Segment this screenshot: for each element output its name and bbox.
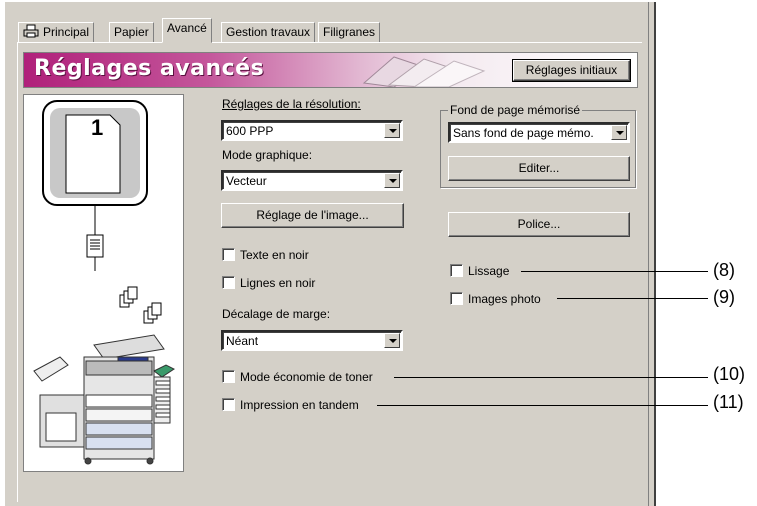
tab-principal-label: Principal bbox=[43, 25, 90, 39]
graphics-mode-value: Vecteur bbox=[226, 174, 267, 188]
photo-label: Images photo bbox=[468, 292, 541, 306]
overlay-value: Sans fond de page mémo. bbox=[453, 126, 594, 140]
font-button[interactable]: Police... bbox=[448, 212, 630, 237]
tab-gestion-travaux[interactable]: Gestion travaux bbox=[221, 22, 316, 42]
preview-page-number: 1 bbox=[91, 115, 104, 140]
chevron-down-icon[interactable] bbox=[384, 173, 400, 188]
callout-number-11: (11) bbox=[713, 392, 744, 412]
resolution-value: 600 PPP bbox=[226, 124, 274, 138]
paper-decoration-icon bbox=[362, 56, 486, 87]
callout-number-10: (10) bbox=[713, 364, 746, 384]
reset-defaults-button[interactable]: Réglages initiaux bbox=[512, 59, 631, 82]
checkbox-box[interactable] bbox=[450, 292, 463, 305]
banner-title: Réglages avancés bbox=[34, 56, 265, 81]
image-adjust-button[interactable]: Réglage de l'image... bbox=[221, 203, 404, 228]
chevron-down-icon[interactable] bbox=[611, 125, 627, 140]
window-edge bbox=[642, 2, 656, 506]
checkbox-box[interactable] bbox=[222, 248, 235, 261]
graphics-mode-label: Mode graphique: bbox=[222, 148, 313, 162]
photo-checkbox[interactable]: Images photo bbox=[450, 292, 541, 306]
margin-shift-value: Néant bbox=[226, 334, 259, 348]
tab-principal[interactable]: Principal bbox=[18, 22, 95, 42]
overlay-group-label: Fond de page mémorisé bbox=[448, 103, 583, 117]
tab-papier-label: Papier bbox=[114, 25, 149, 39]
callout-number-8: (8) bbox=[713, 260, 735, 280]
text-black-checkbox[interactable]: Texte en noir bbox=[222, 248, 309, 262]
tab-filigranes[interactable]: Filigranes bbox=[318, 22, 381, 42]
tab-filigranes-label: Filigranes bbox=[323, 25, 376, 39]
toner-save-checkbox[interactable]: Mode économie de toner bbox=[222, 370, 373, 384]
tandem-label: Impression en tandem bbox=[240, 398, 359, 412]
tab-avance[interactable]: Avancé bbox=[162, 18, 212, 43]
preview-panel bbox=[23, 94, 184, 472]
smoothing-label: Lissage bbox=[468, 264, 510, 278]
graphics-mode-select[interactable]: Vecteur bbox=[221, 170, 403, 191]
overlay-select[interactable]: Sans fond de page mémo. bbox=[448, 122, 630, 143]
callout-line-8 bbox=[521, 271, 708, 272]
chevron-down-icon[interactable] bbox=[384, 123, 400, 138]
printer-preview-illustration bbox=[33, 100, 175, 465]
resolution-select[interactable]: 600 PPP bbox=[221, 120, 403, 141]
smoothing-checkbox[interactable]: Lissage bbox=[450, 264, 509, 278]
text-black-label: Texte en noir bbox=[240, 248, 309, 262]
checkbox-box[interactable] bbox=[222, 370, 235, 383]
tandem-checkbox[interactable]: Impression en tandem bbox=[222, 398, 359, 412]
checkbox-box[interactable] bbox=[450, 264, 463, 277]
checkbox-box[interactable] bbox=[222, 276, 235, 289]
printer-icon bbox=[23, 24, 39, 38]
callout-number-9: (9) bbox=[713, 287, 735, 307]
tab-gestion-label: Gestion travaux bbox=[226, 25, 311, 39]
margin-shift-label: Décalage de marge: bbox=[222, 307, 331, 321]
overlay-edit-button[interactable]: Editer... bbox=[448, 156, 630, 181]
tab-avance-label: Avancé bbox=[167, 21, 207, 35]
margin-shift-select[interactable]: Néant bbox=[221, 330, 403, 351]
resolution-label: Réglages de la résolution: bbox=[222, 97, 361, 111]
toner-save-label: Mode économie de toner bbox=[240, 370, 373, 384]
callout-line-10 bbox=[394, 377, 708, 378]
lines-black-checkbox[interactable]: Lignes en noir bbox=[222, 276, 315, 290]
lines-black-label: Lignes en noir bbox=[240, 276, 316, 290]
resolution-label-text: Réglages de la résolution: bbox=[222, 97, 361, 111]
callout-line-11 bbox=[377, 405, 708, 406]
checkbox-box[interactable] bbox=[222, 398, 235, 411]
tab-papier[interactable]: Papier bbox=[109, 22, 154, 42]
chevron-down-icon[interactable] bbox=[384, 333, 400, 348]
callout-line-9 bbox=[557, 298, 708, 299]
